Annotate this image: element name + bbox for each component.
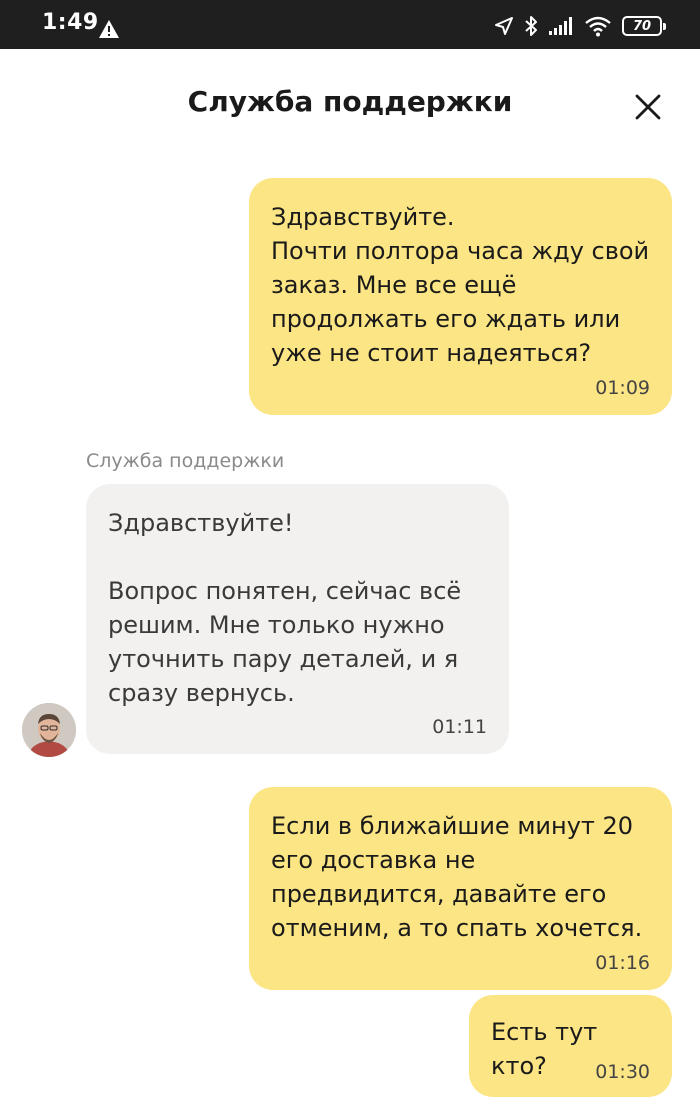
page-title: Служба поддержки: [187, 85, 513, 118]
message-text: Здравствуйте! Вопрос понятен, сейчас всё…: [108, 509, 462, 707]
battery-icon: 70: [622, 16, 666, 36]
chat-header: Служба поддержки: [0, 49, 700, 159]
battery-level: 70: [632, 18, 652, 34]
sender-label: Служба поддержки: [86, 450, 285, 472]
message-bubble-outgoing[interactable]: Здравствуйте. Почти полтора часа жду сво…: [249, 178, 672, 415]
message-bubble-incoming[interactable]: Здравствуйте! Вопрос понятен, сейчас всё…: [86, 484, 509, 754]
message-bubble-outgoing[interactable]: Если в ближайшие минут 20 его доставка н…: [249, 787, 672, 990]
message-time: 01:16: [595, 952, 650, 974]
signal-icon: [549, 17, 572, 35]
avatar: [22, 703, 76, 757]
wifi-icon: [585, 16, 611, 37]
close-icon: [635, 94, 661, 120]
bluetooth-icon: [525, 16, 537, 36]
status-time: 1:49: [42, 10, 99, 35]
message-time: 01:09: [595, 377, 650, 399]
message-time: 01:30: [595, 1061, 650, 1083]
close-button[interactable]: [626, 85, 670, 129]
message-text: Здравствуйте. Почти полтора часа жду сво…: [271, 203, 650, 367]
message-text: Если в ближайшие минут 20 его доставка н…: [271, 812, 643, 942]
support-agent-photo: [22, 703, 76, 757]
message-time: 01:11: [432, 716, 487, 738]
location-icon: [495, 17, 513, 35]
status-icons: 70: [494, 14, 666, 38]
status-bar: 1:49 70: [0, 0, 700, 49]
message-bubble-outgoing[interactable]: Есть тут кто? 01:30: [469, 995, 672, 1097]
warning-icon: [99, 20, 119, 38]
